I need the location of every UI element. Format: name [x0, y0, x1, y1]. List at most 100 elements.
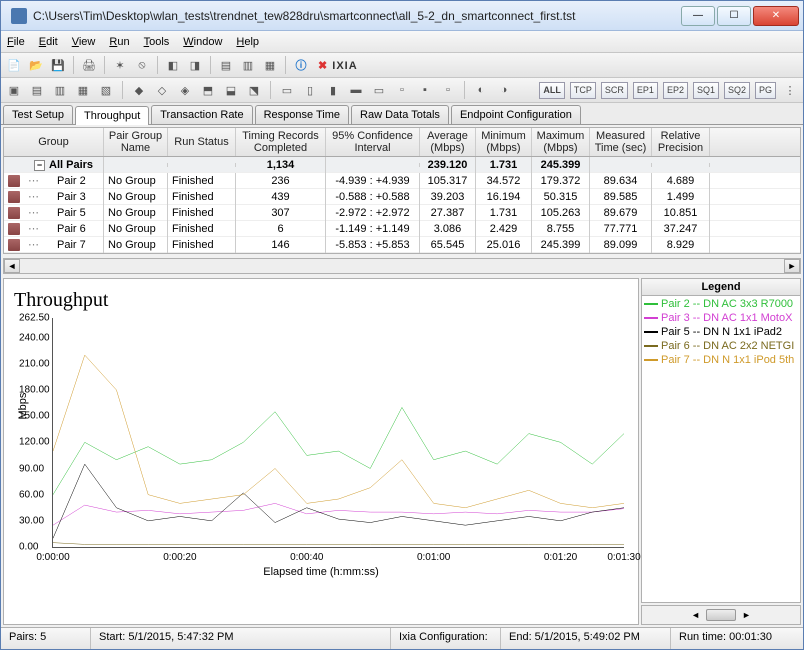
tab-transaction-rate[interactable]: Transaction Rate — [151, 105, 252, 124]
table-row[interactable]: ⋯Pair 7No GroupFinished146-5.853 : +5.85… — [4, 237, 800, 253]
tab-response-time[interactable]: Response Time — [255, 105, 349, 124]
toolbar-primary: 📄 📂 💾 🖨 ✶ ⦸ ◧ ◨ ▤ ▥ ▦ ⓘ ✖ IXIA — [1, 53, 803, 78]
status-start: Start: 5/1/2015, 5:47:32 PM — [91, 628, 391, 649]
menu-edit[interactable]: Edit — [39, 36, 58, 48]
t2m-icon[interactable]: ▯ — [301, 81, 319, 99]
table-row[interactable]: ⋯Pair 5No GroupFinished307-2.972 : +2.97… — [4, 205, 800, 221]
close-button[interactable]: ✕ — [753, 6, 799, 26]
filter-ep2-button[interactable]: EP2 — [663, 82, 688, 99]
col-avg[interactable]: Average (Mbps) — [420, 128, 476, 156]
tab-endpoint-config[interactable]: Endpoint Configuration — [451, 105, 581, 124]
filter-sq2-button[interactable]: SQ2 — [724, 82, 750, 99]
titlebar: C:\Users\Tim\Desktop\wlan_tests\trendnet… — [1, 1, 803, 31]
tool2-icon[interactable]: ◨ — [186, 56, 204, 74]
maximize-button[interactable]: ☐ — [717, 6, 751, 26]
filter-pg-button[interactable]: PG — [755, 82, 776, 99]
filter-tcp-button[interactable]: TCP — [570, 82, 596, 99]
info-icon[interactable]: ⓘ — [292, 56, 310, 74]
filter-all-button[interactable]: ALL — [539, 82, 565, 99]
tool5-icon[interactable]: ▦ — [261, 56, 279, 74]
x-tick: 0:00:20 — [163, 552, 196, 563]
y-tick: 150.00 — [19, 411, 50, 422]
tool-icon[interactable]: ◧ — [164, 56, 182, 74]
col-runstatus[interactable]: Run Status — [168, 128, 236, 156]
legend-item[interactable]: Pair 7 -- DN N 1x1 iPod 5th — [644, 354, 798, 368]
t2b-icon[interactable]: ▤ — [28, 81, 46, 99]
t2t-icon[interactable]: ◐ — [472, 81, 490, 99]
menu-view[interactable]: View — [72, 36, 96, 48]
run-icon[interactable]: ✶ — [111, 56, 129, 74]
summary-row[interactable]: −All Pairs1,134239.1201.731245.399 — [4, 157, 800, 173]
table-row[interactable]: ⋯Pair 6No GroupFinished6-1.149 : +1.1493… — [4, 221, 800, 237]
filter-ep1-button[interactable]: EP1 — [633, 82, 658, 99]
x-tick: 0:01:00 — [417, 552, 450, 563]
t2p-icon[interactable]: ▭ — [370, 81, 388, 99]
table-row[interactable]: ⋯Pair 2No GroupFinished236-4.939 : +4.93… — [4, 173, 800, 189]
status-config: Ixia Configuration: — [391, 628, 501, 649]
t2l-icon[interactable]: ▭ — [278, 81, 296, 99]
tab-raw-data-totals[interactable]: Raw Data Totals — [351, 105, 449, 124]
t2-icon[interactable]: ▣ — [5, 81, 23, 99]
t2h-icon[interactable]: ◈ — [176, 81, 194, 99]
legend-title: Legend — [641, 278, 801, 295]
tool3-icon[interactable]: ▤ — [217, 56, 235, 74]
t2g-icon[interactable]: ◇ — [153, 81, 171, 99]
save-icon[interactable]: 💾 — [49, 56, 67, 74]
app-window: C:\Users\Tim\Desktop\wlan_tests\trendnet… — [0, 0, 804, 650]
minimize-button[interactable]: — — [681, 6, 715, 26]
tool4-icon[interactable]: ▥ — [239, 56, 257, 74]
new-icon[interactable]: 📄 — [5, 56, 23, 74]
t2s-icon[interactable]: ▫ — [439, 81, 457, 99]
col-time[interactable]: Measured Time (sec) — [590, 128, 652, 156]
app-icon — [11, 8, 27, 24]
t2r-icon[interactable]: ▪ — [416, 81, 434, 99]
col-prec[interactable]: Relative Precision — [652, 128, 710, 156]
menu-window[interactable]: Window — [183, 36, 222, 48]
results-grid: Group Pair Group Name Run Status Timing … — [3, 127, 801, 254]
filter-scr-button[interactable]: SCR — [601, 82, 628, 99]
t2e-icon[interactable]: ▧ — [97, 81, 115, 99]
t2f-icon[interactable]: ◆ — [130, 81, 148, 99]
t2k-icon[interactable]: ⬔ — [245, 81, 263, 99]
menu-file[interactable]: File — [7, 36, 25, 48]
t2end-icon[interactable]: ⋮ — [781, 81, 799, 99]
y-tick: 60.00 — [19, 489, 44, 500]
menu-help[interactable]: Help — [236, 36, 259, 48]
legend-scroll[interactable]: ◄ ► — [641, 605, 801, 625]
t2o-icon[interactable]: ▬ — [347, 81, 365, 99]
scroll-left-icon[interactable]: ◄ — [4, 259, 20, 273]
x-tick: 0:00:00 — [36, 552, 69, 563]
table-row[interactable]: ⋯Pair 3No GroupFinished439-0.588 : +0.58… — [4, 189, 800, 205]
col-pairgroup[interactable]: Pair Group Name — [104, 128, 168, 156]
filter-sq1-button[interactable]: SQ1 — [693, 82, 719, 99]
t2c-icon[interactable]: ▥ — [51, 81, 69, 99]
status-pairs: Pairs: 5 — [1, 628, 91, 649]
col-ci[interactable]: 95% Confidence Interval — [326, 128, 420, 156]
t2d-icon[interactable]: ▦ — [74, 81, 92, 99]
grid-hscroll[interactable]: ◄ ► — [3, 258, 801, 274]
col-max[interactable]: Maximum (Mbps) — [532, 128, 590, 156]
t2i-icon[interactable]: ⬒ — [199, 81, 217, 99]
t2n-icon[interactable]: ▮ — [324, 81, 342, 99]
legend-item[interactable]: Pair 6 -- DN AC 2x2 NETGI — [644, 340, 798, 354]
legend-item[interactable]: Pair 2 -- DN AC 3x3 R7000 — [644, 298, 798, 312]
col-min[interactable]: Minimum (Mbps) — [476, 128, 532, 156]
tab-test-setup[interactable]: Test Setup — [3, 105, 73, 124]
t2q-icon[interactable]: ▫ — [393, 81, 411, 99]
t2j-icon[interactable]: ⬓ — [222, 81, 240, 99]
y-tick: 30.00 — [19, 515, 44, 526]
print-icon[interactable]: 🖨 — [80, 56, 98, 74]
stop-icon[interactable]: ⦸ — [133, 56, 151, 74]
tab-throughput[interactable]: Throughput — [75, 106, 149, 125]
y-tick: 90.00 — [19, 463, 44, 474]
col-group[interactable]: Group — [4, 128, 104, 156]
col-timing[interactable]: Timing Records Completed — [236, 128, 326, 156]
legend-item[interactable]: Pair 5 -- DN N 1x1 iPad2 — [644, 326, 798, 340]
open-icon[interactable]: 📂 — [27, 56, 45, 74]
menu-tools[interactable]: Tools — [144, 36, 170, 48]
menu-run[interactable]: Run — [109, 36, 129, 48]
legend-item[interactable]: Pair 3 -- DN AC 1x1 MotoX — [644, 312, 798, 326]
scroll-right-icon[interactable]: ► — [784, 259, 800, 273]
t2u-icon[interactable]: ◑ — [495, 81, 513, 99]
y-tick: 240.00 — [19, 332, 50, 343]
